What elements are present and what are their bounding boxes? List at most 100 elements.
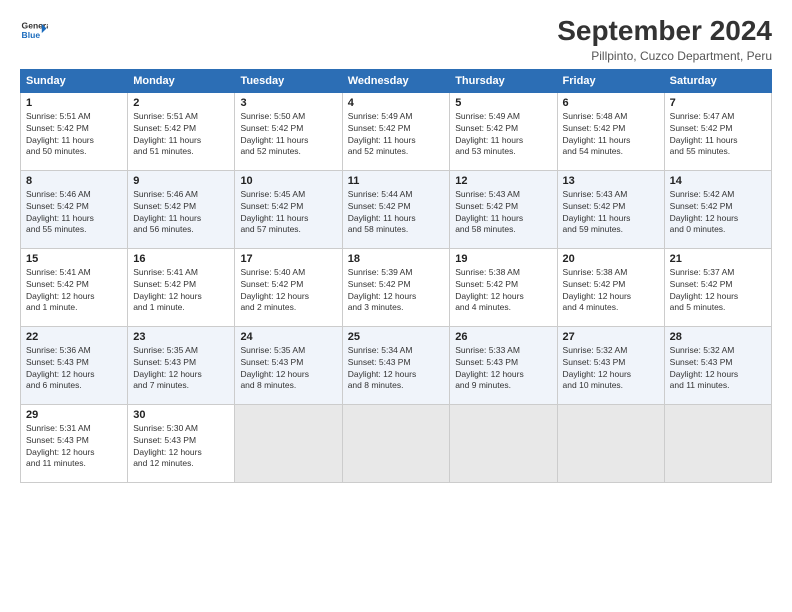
day-info: Sunrise: 5:35 AMSunset: 5:43 PMDaylight:…	[133, 345, 229, 393]
table-row: 28 Sunrise: 5:32 AMSunset: 5:43 PMDayligh…	[664, 326, 771, 404]
day-info: Sunrise: 5:32 AMSunset: 5:43 PMDaylight:…	[670, 345, 766, 393]
day-info: Sunrise: 5:50 AMSunset: 5:42 PMDaylight:…	[240, 111, 336, 159]
day-number: 19	[455, 253, 551, 265]
table-row: 30 Sunrise: 5:30 AMSunset: 5:43 PMDayligh…	[128, 404, 235, 482]
table-row: 25 Sunrise: 5:34 AMSunset: 5:43 PMDayligh…	[342, 326, 450, 404]
table-row: 13Sunrise: 5:43 AMSunset: 5:42 PMDayligh…	[557, 170, 664, 248]
day-info: Sunrise: 5:39 AMSunset: 5:42 PMDaylight:…	[348, 267, 445, 315]
table-row: 3 Sunrise: 5:50 AMSunset: 5:42 PMDaylight…	[235, 92, 342, 170]
day-info: Sunrise: 5:41 AMSunset: 5:42 PMDaylight:…	[133, 267, 229, 315]
day-info: Sunrise: 5:43 AMSunset: 5:42 PMDaylight:…	[455, 189, 551, 237]
day-info: Sunrise: 5:45 AMSunset: 5:42 PMDaylight:…	[240, 189, 336, 237]
day-number: 11	[348, 175, 445, 187]
day-info: Sunrise: 5:35 AMSunset: 5:43 PMDaylight:…	[240, 345, 336, 393]
day-info: Sunrise: 5:38 AMSunset: 5:42 PMDaylight:…	[455, 267, 551, 315]
day-info: Sunrise: 5:30 AMSunset: 5:43 PMDaylight:…	[133, 423, 229, 471]
day-info: Sunrise: 5:51 AMSunset: 5:42 PMDaylight:…	[133, 111, 229, 159]
month-title: September 2024	[557, 16, 772, 47]
day-number: 8	[26, 175, 122, 187]
day-info: Sunrise: 5:41 AMSunset: 5:42 PMDaylight:…	[26, 267, 122, 315]
day-info: Sunrise: 5:31 AMSunset: 5:43 PMDaylight:…	[26, 423, 122, 471]
table-row: 17 Sunrise: 5:40 AMSunset: 5:42 PMDayligh…	[235, 248, 342, 326]
col-friday: Friday	[557, 69, 664, 92]
day-number: 21	[670, 253, 766, 265]
day-number: 22	[26, 331, 122, 343]
logo: General Blue	[20, 16, 48, 44]
day-number: 9	[133, 175, 229, 187]
day-number: 26	[455, 331, 551, 343]
col-wednesday: Wednesday	[342, 69, 450, 92]
day-number: 10	[240, 175, 336, 187]
day-info: Sunrise: 5:37 AMSunset: 5:42 PMDaylight:…	[670, 267, 766, 315]
table-row: 14Sunrise: 5:42 AMSunset: 5:42 PMDayligh…	[664, 170, 771, 248]
table-row: 10 Sunrise: 5:45 AMSunset: 5:42 PMDayligh…	[235, 170, 342, 248]
table-row: 7 Sunrise: 5:47 AMSunset: 5:42 PMDaylight…	[664, 92, 771, 170]
day-info: Sunrise: 5:38 AMSunset: 5:42 PMDaylight:…	[563, 267, 659, 315]
table-row: 20 Sunrise: 5:38 AMSunset: 5:42 PMDayligh…	[557, 248, 664, 326]
day-number: 5	[455, 97, 551, 109]
calendar-week-row: 1 Sunrise: 5:51 AMSunset: 5:42 PMDaylight…	[21, 92, 772, 170]
col-saturday: Saturday	[664, 69, 771, 92]
table-row: 12 Sunrise: 5:43 AMSunset: 5:42 PMDayligh…	[450, 170, 557, 248]
day-info: Sunrise: 5:32 AMSunset: 5:43 PMDaylight:…	[563, 345, 659, 393]
table-row: 5 Sunrise: 5:49 AMSunset: 5:42 PMDaylight…	[450, 92, 557, 170]
table-row: 9 Sunrise: 5:46 AMSunset: 5:42 PMDaylight…	[128, 170, 235, 248]
table-row: 26 Sunrise: 5:33 AMSunset: 5:43 PMDayligh…	[450, 326, 557, 404]
table-row	[235, 404, 342, 482]
table-row: 24 Sunrise: 5:35 AMSunset: 5:43 PMDayligh…	[235, 326, 342, 404]
day-info: Sunrise: 5:36 AMSunset: 5:43 PMDaylight:…	[26, 345, 122, 393]
day-info: Sunrise: 5:40 AMSunset: 5:42 PMDaylight:…	[240, 267, 336, 315]
title-block: September 2024 Pillpinto, Cuzco Departme…	[557, 16, 772, 63]
day-number: 24	[240, 331, 336, 343]
table-row	[342, 404, 450, 482]
day-number: 6	[563, 97, 659, 109]
calendar-table: Sunday Monday Tuesday Wednesday Thursday…	[20, 69, 772, 483]
subtitle: Pillpinto, Cuzco Department, Peru	[557, 49, 772, 63]
day-number: 29	[26, 409, 122, 421]
day-number: 13	[563, 175, 659, 187]
table-row	[664, 404, 771, 482]
calendar-week-row: 22 Sunrise: 5:36 AMSunset: 5:43 PMDayligh…	[21, 326, 772, 404]
day-number: 7	[670, 97, 766, 109]
day-number: 16	[133, 253, 229, 265]
day-number: 30	[133, 409, 229, 421]
table-row: 4Sunrise: 5:49 AMSunset: 5:42 PMDaylight…	[342, 92, 450, 170]
day-number: 20	[563, 253, 659, 265]
table-row: 23 Sunrise: 5:35 AMSunset: 5:43 PMDayligh…	[128, 326, 235, 404]
table-row: 21 Sunrise: 5:37 AMSunset: 5:42 PMDayligh…	[664, 248, 771, 326]
day-info: Sunrise: 5:49 AMSunset: 5:42 PMDaylight:…	[455, 111, 551, 159]
day-number: 17	[240, 253, 336, 265]
table-row: 22 Sunrise: 5:36 AMSunset: 5:43 PMDayligh…	[21, 326, 128, 404]
day-number: 3	[240, 97, 336, 109]
day-number: 25	[348, 331, 445, 343]
header-row: Sunday Monday Tuesday Wednesday Thursday…	[21, 69, 772, 92]
header: General Blue September 2024 Pillpinto, C…	[20, 16, 772, 63]
svg-text:Blue: Blue	[22, 30, 41, 40]
col-tuesday: Tuesday	[235, 69, 342, 92]
calendar-week-row: 15 Sunrise: 5:41 AMSunset: 5:42 PMDayligh…	[21, 248, 772, 326]
day-info: Sunrise: 5:46 AMSunset: 5:42 PMDaylight:…	[133, 189, 229, 237]
table-row: 11 Sunrise: 5:44 AMSunset: 5:42 PMDayligh…	[342, 170, 450, 248]
logo-icon: General Blue	[20, 16, 48, 44]
table-row	[450, 404, 557, 482]
table-row: 18Sunrise: 5:39 AMSunset: 5:42 PMDayligh…	[342, 248, 450, 326]
table-row: 15 Sunrise: 5:41 AMSunset: 5:42 PMDayligh…	[21, 248, 128, 326]
table-row: 8Sunrise: 5:46 AMSunset: 5:42 PMDaylight…	[21, 170, 128, 248]
day-number: 23	[133, 331, 229, 343]
day-number: 27	[563, 331, 659, 343]
col-sunday: Sunday	[21, 69, 128, 92]
day-info: Sunrise: 5:44 AMSunset: 5:42 PMDaylight:…	[348, 189, 445, 237]
table-row: 16 Sunrise: 5:41 AMSunset: 5:42 PMDayligh…	[128, 248, 235, 326]
day-info: Sunrise: 5:34 AMSunset: 5:43 PMDaylight:…	[348, 345, 445, 393]
day-number: 28	[670, 331, 766, 343]
day-info: Sunrise: 5:47 AMSunset: 5:42 PMDaylight:…	[670, 111, 766, 159]
day-number: 12	[455, 175, 551, 187]
table-row: 6Sunrise: 5:48 AMSunset: 5:42 PMDaylight…	[557, 92, 664, 170]
col-monday: Monday	[128, 69, 235, 92]
day-info: Sunrise: 5:33 AMSunset: 5:43 PMDaylight:…	[455, 345, 551, 393]
day-number: 15	[26, 253, 122, 265]
day-number: 2	[133, 97, 229, 109]
table-row: 2 Sunrise: 5:51 AMSunset: 5:42 PMDaylight…	[128, 92, 235, 170]
day-number: 1	[26, 97, 122, 109]
table-row: 27 Sunrise: 5:32 AMSunset: 5:43 PMDayligh…	[557, 326, 664, 404]
